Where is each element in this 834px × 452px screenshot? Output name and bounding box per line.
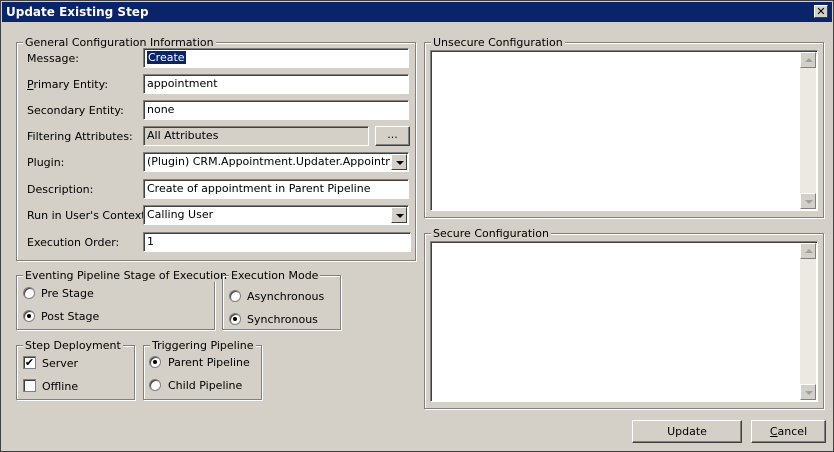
secondary-entity-label: Secondary Entity: — [27, 104, 124, 117]
scroll-up-icon[interactable] — [800, 243, 816, 259]
triggering-pipeline-legend: Triggering Pipeline — [150, 339, 256, 352]
update-button[interactable]: Update — [632, 420, 742, 443]
execution-order-field[interactable]: 1 — [143, 232, 411, 252]
plugin-value: (Plugin) CRM.Appointment.Updater.Appoint… — [147, 155, 390, 168]
plugin-label: Plugin: — [27, 156, 65, 169]
description-label: Description: — [27, 183, 94, 196]
message-value: Create — [147, 51, 186, 64]
sync-radio[interactable] — [229, 313, 241, 325]
unsecure-config-textarea[interactable] — [430, 50, 818, 211]
close-icon[interactable]: ✕ — [814, 5, 828, 18]
post-stage-label: Post Stage — [41, 310, 100, 323]
filtering-attributes-label: Filtering Attributes: — [27, 130, 133, 143]
message-label: Message: — [27, 52, 79, 65]
vertical-scrollbar[interactable] — [800, 243, 816, 400]
description-field[interactable]: Create of appointment in Parent Pipeline — [143, 179, 409, 199]
async-label: Asynchronous — [247, 290, 325, 303]
scroll-up-icon[interactable] — [800, 52, 816, 68]
server-label: Server — [42, 357, 79, 370]
parent-pipeline-label: Parent Pipeline — [168, 356, 250, 369]
scroll-down-icon[interactable] — [800, 384, 816, 400]
run-context-select[interactable]: Calling User — [143, 205, 409, 225]
primary-entity-field[interactable]: appointment — [143, 74, 409, 94]
unsecure-config-legend: Unsecure Configuration — [431, 36, 565, 49]
secondary-entity-field[interactable]: none — [143, 100, 409, 120]
dialog-window: Update Existing Step ✕ General Configura… — [0, 0, 834, 452]
filtering-attributes-browse-button[interactable]: ... — [375, 126, 410, 146]
offline-checkbox[interactable] — [23, 379, 36, 392]
vertical-scrollbar[interactable] — [800, 52, 816, 209]
step-deployment-legend: Step Deployment — [23, 339, 123, 352]
secure-config-textarea[interactable] — [430, 241, 818, 402]
parent-pipeline-radio[interactable] — [149, 356, 161, 368]
sync-label: Synchronous — [247, 313, 318, 326]
secure-config-legend: Secure Configuration — [431, 227, 551, 240]
primary-entity-label: Primary Entity: — [27, 78, 109, 91]
plugin-select[interactable]: (Plugin) CRM.Appointment.Updater.Appoint… — [143, 152, 409, 172]
async-radio[interactable] — [229, 290, 241, 302]
pre-stage-radio[interactable] — [23, 287, 35, 299]
offline-label: Offline — [42, 380, 79, 393]
child-pipeline-radio[interactable] — [149, 379, 161, 391]
cancel-button[interactable]: Cancel — [751, 420, 826, 443]
chevron-down-icon[interactable] — [391, 154, 407, 170]
execution-order-label: Execution Order: — [27, 236, 120, 249]
message-field[interactable]: Create — [143, 48, 409, 68]
scroll-down-icon[interactable] — [800, 193, 816, 209]
pre-stage-label: Pre Stage — [41, 287, 94, 300]
run-context-label: Run in User's Context: — [27, 209, 150, 222]
chevron-down-icon[interactable] — [391, 207, 407, 223]
run-context-value: Calling User — [147, 208, 214, 221]
server-checkbox[interactable]: ✔ — [23, 356, 36, 369]
stage-legend: Eventing Pipeline Stage of Execution — [23, 269, 229, 282]
window-title: Update Existing Step — [6, 5, 149, 19]
post-stage-radio[interactable] — [23, 310, 35, 322]
title-bar[interactable]: Update Existing Step ✕ — [2, 2, 832, 22]
filtering-attributes-field: All Attributes — [143, 126, 369, 146]
execution-mode-legend: Execution Mode — [229, 269, 321, 282]
child-pipeline-label: Child Pipeline — [168, 379, 243, 392]
